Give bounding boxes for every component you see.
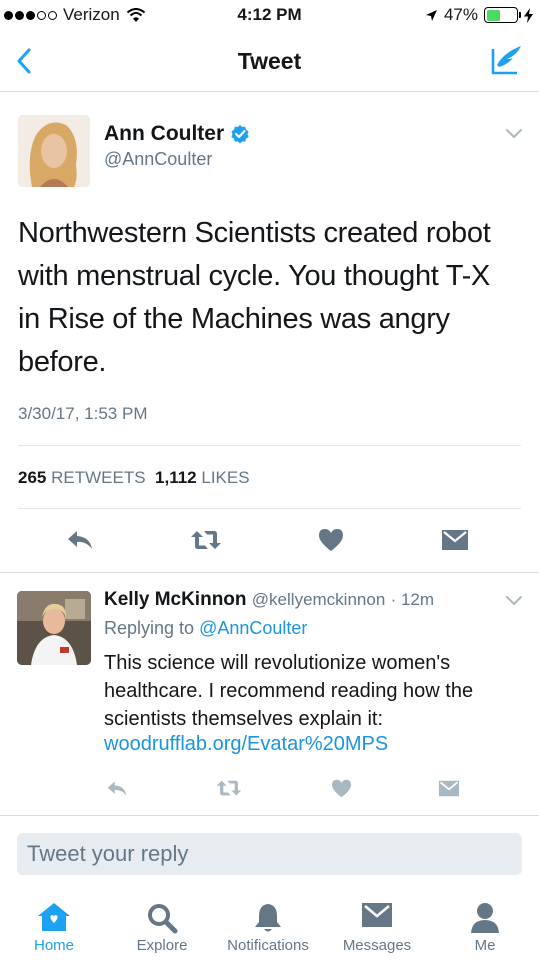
avatar[interactable] xyxy=(18,115,90,187)
direct-message-button[interactable] xyxy=(434,773,464,803)
reply-author-name[interactable]: Kelly McKinnon xyxy=(104,589,247,610)
tab-messages[interactable]: Messages xyxy=(323,892,431,960)
reply-link[interactable]: woodrufflab.org/Evatar%20MPS xyxy=(104,733,388,756)
heart-icon xyxy=(331,779,351,797)
battery-icon xyxy=(484,7,521,23)
like-button[interactable] xyxy=(326,773,356,803)
retweet-icon xyxy=(216,780,242,796)
compose-tweet-icon[interactable] xyxy=(489,43,525,77)
page-title: Tweet xyxy=(237,48,302,74)
tweet-text: Northwestern Scientists created robot wi… xyxy=(18,217,491,378)
engagement-counts: 265 RETWEETS 1,112 LIKES xyxy=(18,468,250,488)
reply-actions xyxy=(0,773,539,803)
battery-percent: 47% xyxy=(443,5,478,24)
tab-notifications[interactable]: Notifications xyxy=(214,892,322,960)
tab-label: Home xyxy=(33,937,74,954)
reply-button[interactable] xyxy=(102,773,132,803)
heart-icon xyxy=(319,529,343,551)
chevron-down-icon[interactable] xyxy=(505,128,523,140)
replying-to-handle[interactable]: @AnnCoulter xyxy=(199,618,307,638)
author-handle[interactable]: @AnnCoulter xyxy=(104,149,212,170)
reply-author-row[interactable]: Kelly McKinnon @kellyemckinnon · 12m xyxy=(104,589,434,611)
nav-bar: Tweet xyxy=(0,30,539,92)
retweet-icon xyxy=(191,531,221,549)
tab-bar: Home Explore Notifications Messages Me xyxy=(0,892,539,960)
charging-bolt-icon xyxy=(524,7,533,23)
status-bar: Verizon 4:12 PM 47% xyxy=(0,0,539,30)
envelope-icon xyxy=(442,530,468,550)
envelope-icon xyxy=(362,903,392,927)
likes-stat[interactable]: 1,112 LIKES xyxy=(155,468,250,487)
likes-count: 1,112 xyxy=(155,468,197,487)
tab-explore[interactable]: Explore xyxy=(108,892,216,960)
person-icon xyxy=(471,903,499,933)
author-name-row[interactable]: Ann Coulter xyxy=(104,122,250,146)
avatar-image xyxy=(17,591,91,665)
home-icon xyxy=(38,903,70,931)
tab-label: Messages xyxy=(342,937,412,954)
tab-home[interactable]: Home xyxy=(0,892,108,960)
reply-button[interactable] xyxy=(60,520,100,560)
tweet-timestamp: 3/30/17, 1:53 PM xyxy=(18,404,148,423)
reply-text: This science will revolutionize women's … xyxy=(104,652,474,730)
tweet-reply-input[interactable] xyxy=(17,833,522,875)
battery-level xyxy=(486,9,501,21)
divider xyxy=(18,445,521,446)
likes-label: LIKES xyxy=(201,468,250,487)
tab-label: Explore xyxy=(136,937,188,954)
bell-icon xyxy=(255,904,281,932)
search-icon xyxy=(148,904,178,934)
replying-to-prefix: Replying to xyxy=(104,618,195,638)
tweet-actions xyxy=(0,520,539,570)
direct-message-button[interactable] xyxy=(435,520,475,560)
location-arrow-icon xyxy=(425,9,437,21)
author-name[interactable]: Ann Coulter xyxy=(104,122,224,146)
tab-label: Me xyxy=(474,937,496,954)
reply-author-handle[interactable]: @kellyemckinnon xyxy=(252,590,385,609)
retweets-label: RETWEETS xyxy=(51,468,146,487)
status-right: 47% xyxy=(425,5,533,25)
reply-icon xyxy=(107,781,127,795)
retweet-button[interactable] xyxy=(214,773,244,803)
envelope-icon xyxy=(438,780,460,796)
verified-badge-icon xyxy=(231,125,249,144)
reply-composer xyxy=(0,816,539,892)
avatar-image xyxy=(18,115,90,187)
retweets-count: 265 xyxy=(18,468,47,487)
tab-label: Notifications xyxy=(227,937,309,954)
retweet-button[interactable] xyxy=(186,520,226,560)
replying-to: Replying to @AnnCoulter xyxy=(104,618,307,639)
like-button[interactable] xyxy=(311,520,351,560)
retweets-stat[interactable]: 265 RETWEETS xyxy=(18,468,146,487)
divider xyxy=(18,508,521,509)
reply-icon xyxy=(68,531,92,549)
tab-me[interactable]: Me xyxy=(431,892,539,960)
reply-tweet[interactable]: Kelly McKinnon @kellyemckinnon · 12m Rep… xyxy=(0,573,539,813)
reply-time-ago: · 12m xyxy=(390,590,435,609)
avatar[interactable] xyxy=(17,591,91,665)
chevron-down-icon[interactable] xyxy=(505,595,523,607)
